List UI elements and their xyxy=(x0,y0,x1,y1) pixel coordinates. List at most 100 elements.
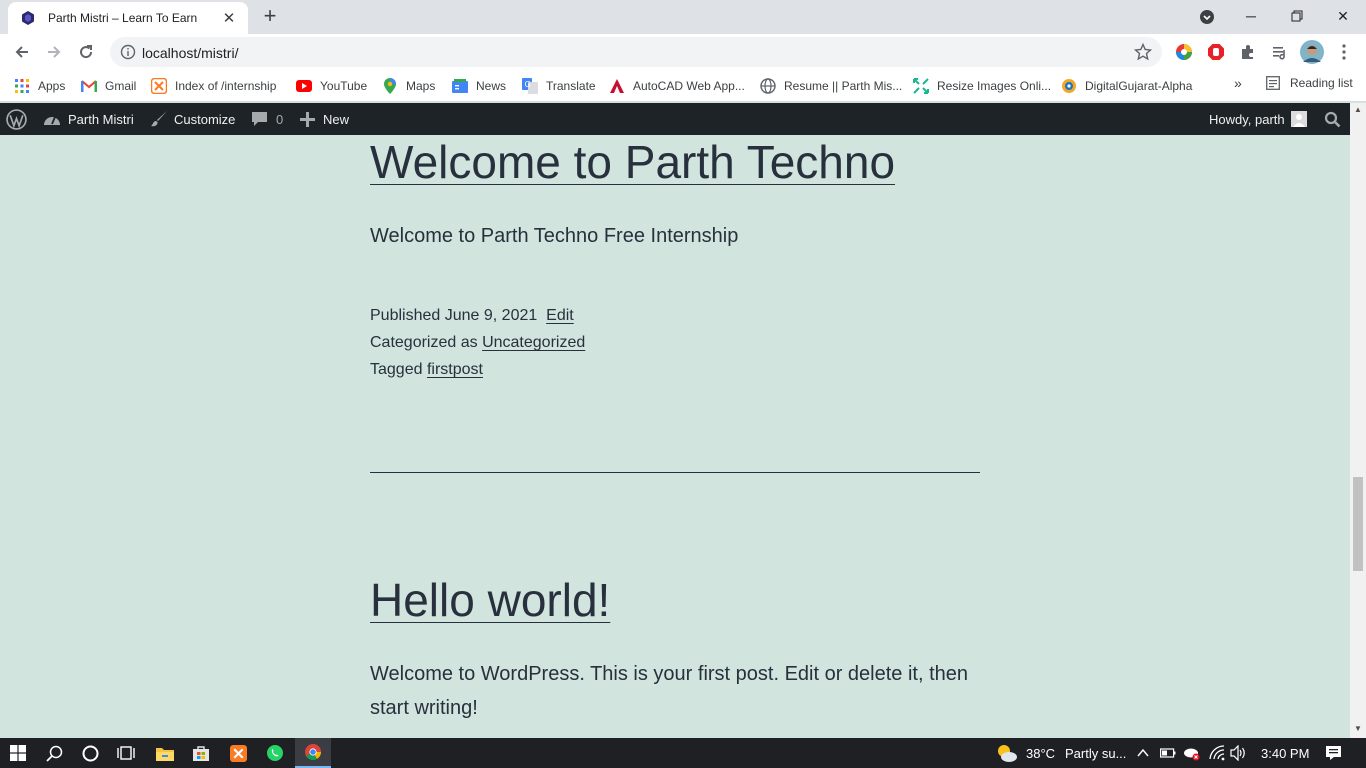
scroll-down-arrow-icon[interactable]: ▼ xyxy=(1350,724,1366,736)
reload-button[interactable] xyxy=(74,40,98,64)
weather-description[interactable]: Partly su... xyxy=(1065,746,1126,761)
bookmark-label: Index of /internship xyxy=(175,79,277,93)
bookmark-star-icon[interactable] xyxy=(1134,43,1152,61)
adblock-extension-icon[interactable] xyxy=(1206,42,1226,62)
reading-list-button[interactable]: Reading list xyxy=(1266,76,1353,90)
address-bar[interactable]: localhost/mistri/ xyxy=(110,37,1162,67)
autocad-icon xyxy=(609,78,625,94)
volume-icon[interactable] xyxy=(1230,745,1248,761)
comments-button[interactable]: 0 xyxy=(251,103,283,135)
xampp-button[interactable] xyxy=(220,738,256,768)
store-button[interactable] xyxy=(183,738,219,768)
forward-arrow-icon xyxy=(48,46,61,58)
media-queue-icon[interactable] xyxy=(1270,42,1290,62)
reload-icon xyxy=(80,45,93,59)
weather-temperature[interactable]: 38°C xyxy=(1026,746,1055,761)
site-name-button[interactable]: Parth Mistri xyxy=(43,103,134,135)
chrome-button[interactable] xyxy=(295,738,331,768)
tab-strip: Parth Mistri – Learn To Earn ✕ + ─ ✕ xyxy=(0,0,1366,34)
site-info-icon[interactable] xyxy=(120,44,136,60)
admin-search-button[interactable] xyxy=(1324,103,1341,135)
bookmark-youtube[interactable]: YouTube xyxy=(296,76,367,96)
wifi-icon[interactable] xyxy=(1209,745,1225,761)
category-link[interactable]: Uncategorized xyxy=(482,334,585,351)
customize-label: Customize xyxy=(174,111,236,127)
chevron-up-icon[interactable] xyxy=(1137,748,1149,758)
extensions-puzzle-icon[interactable] xyxy=(1238,42,1258,62)
notifications-icon[interactable] xyxy=(1325,745,1342,761)
digitalgujarat-icon xyxy=(1061,78,1077,94)
chrome-icon xyxy=(305,744,321,760)
search-icon xyxy=(1324,111,1341,127)
whatsapp-button[interactable] xyxy=(257,738,293,768)
store-bag-icon xyxy=(193,746,209,761)
scrollbar-thumb[interactable] xyxy=(1353,477,1363,571)
back-button[interactable] xyxy=(10,40,34,64)
bookmark-internship-index[interactable]: Index of /internship xyxy=(151,76,276,96)
clock-time[interactable]: 3:40 PM xyxy=(1261,746,1309,761)
edit-post-link[interactable]: Edit xyxy=(546,307,574,324)
post-excerpt: Welcome to Parth Techno Free Internship xyxy=(370,225,739,247)
task-view-button[interactable] xyxy=(108,738,144,768)
post-title-link[interactable]: Hello world! xyxy=(370,573,610,627)
published-date: June 9, 2021 xyxy=(444,307,538,324)
bookmark-news[interactable]: News xyxy=(452,76,506,96)
tagged-prefix: Tagged xyxy=(370,361,423,378)
published-prefix: Published xyxy=(370,307,441,324)
bookmark-label: Translate xyxy=(546,79,596,93)
categorized-prefix: Categorized as xyxy=(370,334,478,351)
taskbar-search-button[interactable] xyxy=(36,738,72,768)
bookmarks-bar: Apps Gmail Index of /internship YouTube … xyxy=(0,70,1366,102)
customize-button[interactable]: Customize xyxy=(150,103,235,135)
my-account-button[interactable]: Howdy, parth xyxy=(1209,103,1307,135)
cortana-button[interactable] xyxy=(72,738,108,768)
chrome-menu-icon[interactable] xyxy=(1334,42,1354,62)
bookmark-resize-images[interactable]: Resize Images Onli... xyxy=(913,76,1051,96)
color-picker-extension-icon[interactable] xyxy=(1174,42,1194,62)
url-text[interactable]: localhost/mistri/ xyxy=(142,45,238,61)
new-content-button[interactable]: New xyxy=(300,103,349,135)
page-scrollbar[interactable]: ▲ ▼ xyxy=(1350,103,1366,738)
wordpress-logo-icon xyxy=(6,108,27,130)
bookmark-resume[interactable]: Resume || Parth Mis... xyxy=(760,76,902,96)
forward-button[interactable] xyxy=(42,40,66,64)
user-avatar-icon xyxy=(1290,111,1307,127)
paintbrush-icon xyxy=(151,111,167,127)
post-separator xyxy=(370,472,980,473)
file-explorer-button[interactable] xyxy=(147,738,183,768)
tab-close-icon[interactable]: ✕ xyxy=(220,9,238,27)
bookmark-translate[interactable]: G Translate xyxy=(522,76,596,96)
browser-tab[interactable]: Parth Mistri – Learn To Earn ✕ xyxy=(8,2,248,34)
window-close-icon[interactable]: ✕ xyxy=(1320,0,1366,32)
minimize-icon[interactable]: ─ xyxy=(1228,0,1274,32)
start-button[interactable] xyxy=(0,738,36,768)
task-view-icon xyxy=(117,746,135,760)
post-title-link[interactable]: Welcome to Parth Techno xyxy=(370,135,895,189)
plus-icon xyxy=(300,111,315,127)
battery-icon[interactable] xyxy=(1160,747,1176,759)
bookmark-label: DigitalGujarat-Alpha xyxy=(1085,79,1193,93)
more-bookmarks-icon[interactable]: » xyxy=(1234,75,1242,91)
bookmark-gmail[interactable]: Gmail xyxy=(81,76,136,96)
youtube-icon xyxy=(296,78,312,94)
scroll-up-arrow-icon[interactable]: ▲ xyxy=(1350,105,1366,117)
new-tab-icon[interactable]: + xyxy=(258,5,282,29)
tag-link[interactable]: firstpost xyxy=(427,361,483,378)
bookmark-autocad[interactable]: AutoCAD Web App... xyxy=(609,76,745,96)
tab-search-icon[interactable] xyxy=(1198,8,1216,26)
excerpt-line: Welcome to WordPress. This is your first… xyxy=(370,663,969,685)
browser-toolbar: localhost/mistri/ xyxy=(0,34,1366,70)
bookmark-maps[interactable]: Maps xyxy=(382,76,435,96)
restore-icon[interactable] xyxy=(1274,0,1320,32)
onedrive-error-icon[interactable] xyxy=(1183,745,1201,761)
weather-partly-sunny-icon[interactable] xyxy=(996,743,1018,763)
wp-logo-button[interactable] xyxy=(6,103,27,135)
xampp-icon xyxy=(229,744,247,762)
reading-list-icon xyxy=(1266,76,1280,90)
windows-logo-icon xyxy=(10,745,26,761)
profile-avatar[interactable] xyxy=(1300,40,1324,64)
comment-bubble-icon xyxy=(252,112,267,126)
bookmark-apps[interactable]: Apps xyxy=(14,76,65,96)
post-category-meta: Categorized as Uncategorized xyxy=(370,329,585,356)
bookmark-digitalgujarat[interactable]: DigitalGujarat-Alpha xyxy=(1061,76,1192,96)
